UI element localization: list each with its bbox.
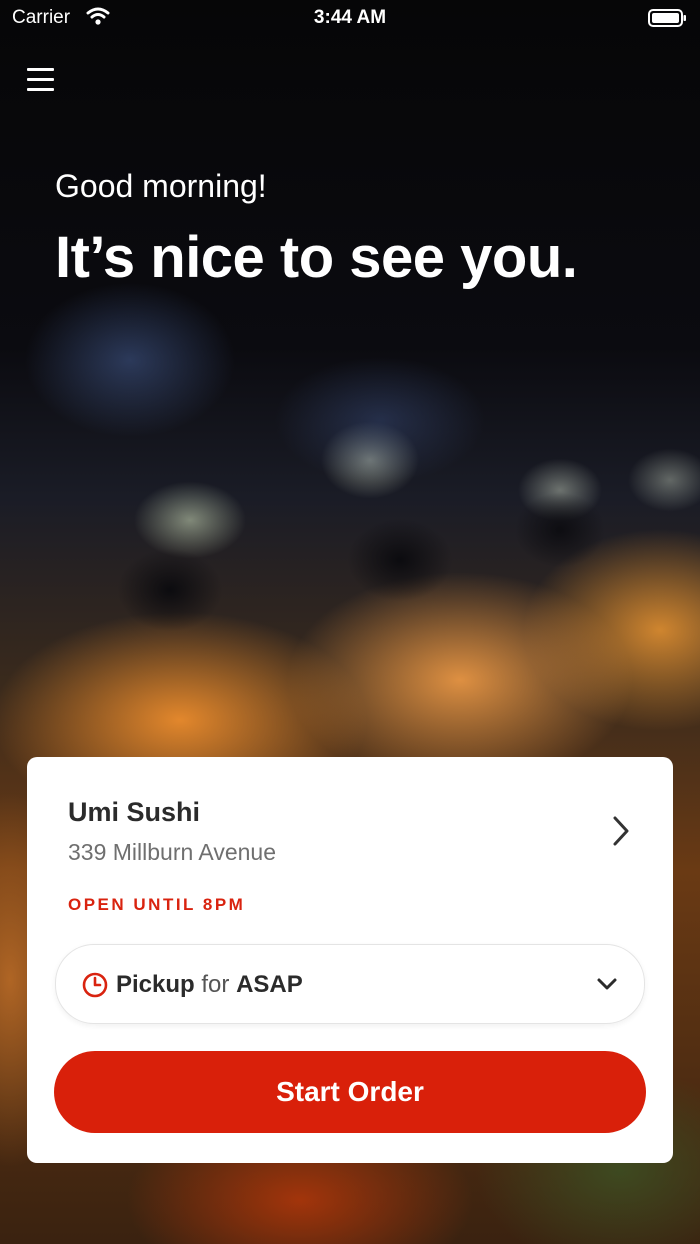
- start-order-button[interactable]: Start Order: [54, 1051, 646, 1133]
- order-mode-time: ASAP: [236, 971, 303, 998]
- hours-status: OPEN UNTIL 8PM: [68, 895, 246, 914]
- status-bar: Carrier 3:44 AM: [0, 0, 700, 36]
- order-mode-type: Pickup: [116, 971, 195, 998]
- greeting-text: Good morning!: [55, 168, 267, 204]
- restaurant-card: Umi Sushi 339 Millburn Avenue OPEN UNTIL…: [27, 757, 673, 1163]
- clock-icon: [82, 972, 108, 998]
- battery-icon: [648, 8, 688, 34]
- welcome-headline: It’s nice to see you.: [55, 225, 578, 290]
- order-mode-connector: for: [201, 971, 230, 998]
- status-time: 3:44 AM: [313, 7, 387, 28]
- restaurant-address[interactable]: 339 Millburn Avenue: [68, 839, 276, 866]
- chevron-right-icon[interactable]: [607, 813, 635, 849]
- restaurant-name[interactable]: Umi Sushi: [68, 797, 200, 828]
- order-mode-selector[interactable]: Pickup for ASAP: [55, 944, 645, 1024]
- hamburger-menu-icon[interactable]: [26, 66, 56, 94]
- chevron-down-icon: [596, 976, 618, 992]
- order-mode-text: Pickup for ASAP: [116, 971, 303, 999]
